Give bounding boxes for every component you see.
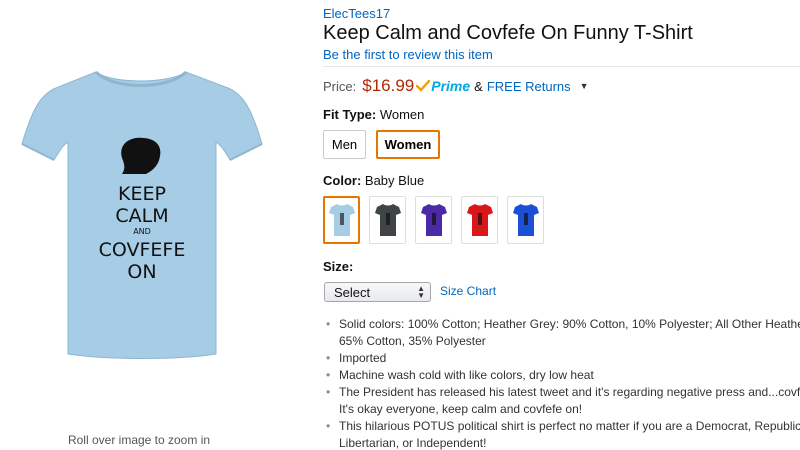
swatch-baby-blue[interactable]: [323, 196, 360, 244]
list-item: Imported: [323, 350, 800, 367]
divider: [323, 66, 800, 67]
color-swatches: [323, 196, 544, 244]
price-value: $16.99: [362, 76, 415, 95]
color-label: Color:: [323, 173, 362, 188]
bullet-line: 65% Cotton, 35% Polyester: [339, 334, 486, 348]
swatch-purple[interactable]: [415, 196, 452, 244]
review-link[interactable]: Be the first to review this item: [323, 47, 493, 62]
color-row: Color: Baby Blue: [323, 173, 424, 188]
swatch-asphalt[interactable]: [369, 196, 406, 244]
tshirt-swatch-icon: [512, 204, 539, 236]
tshirt-swatch-icon: [374, 204, 401, 236]
prime-badge[interactable]: Prime: [416, 78, 470, 94]
free-returns-link[interactable]: FREE Returns: [487, 79, 571, 94]
bullet-line: It's okay everyone, keep calm and covfef…: [339, 402, 583, 416]
color-value: Baby Blue: [364, 173, 425, 188]
prime-check-icon: [416, 80, 431, 92]
swatch-royal-blue[interactable]: [507, 196, 544, 244]
fit-type-row: Fit Type: Women: [323, 107, 424, 122]
fit-option-women[interactable]: Women: [376, 130, 440, 159]
price-row: Price: $16.99 Prime & FREE Returns ▼: [323, 76, 589, 96]
tshirt-swatch-icon: [466, 204, 493, 236]
tshirt-swatch-icon: [328, 204, 355, 236]
product-details: ElecTees17 Keep Calm and Covfefe On Funn…: [323, 0, 800, 450]
size-select-value: Select: [334, 284, 371, 300]
fit-type-value: Women: [379, 107, 425, 122]
list-item: Solid colors: 100% Cotton; Heather Grey:…: [323, 316, 800, 350]
size-select[interactable]: Select ▲ ▼: [324, 282, 431, 302]
print-line-calm: CALM: [115, 205, 168, 227]
fit-type-label: Fit Type:: [323, 107, 377, 122]
fit-type-options: Men Women: [323, 130, 440, 159]
price-label: Price:: [323, 78, 357, 94]
product-title: Keep Calm and Covfefe On Funny T-Shirt: [323, 22, 693, 44]
swatch-red[interactable]: [461, 196, 498, 244]
print-line-keep: KEEP: [118, 183, 166, 205]
select-arrows-icon: ▲ ▼: [417, 284, 425, 300]
print-line-and: AND: [133, 227, 151, 236]
size-chart-link[interactable]: Size Chart: [440, 284, 496, 298]
bullet-line: Solid colors: 100% Cotton; Heather Grey:…: [339, 317, 800, 331]
list-item: The President has released his latest tw…: [323, 384, 800, 418]
bullet-line: Libertarian, or Independent!: [339, 436, 487, 450]
list-item: This hilarious POTUS political shirt is …: [323, 418, 800, 450]
bullet-line: This hilarious POTUS political shirt is …: [339, 419, 800, 433]
size-label: Size:: [323, 259, 354, 274]
brand-link[interactable]: ElecTees17: [323, 6, 390, 21]
bullet-line: The President has released his latest tw…: [339, 385, 800, 399]
zoom-hint: Roll over image to zoom in: [67, 433, 211, 447]
print-line-covfefe: COVFEFE: [99, 239, 186, 261]
prime-label: Prime: [431, 78, 471, 94]
tshirt-swatch-icon: [420, 204, 447, 236]
tshirt-illustration: KEEP CALM AND COVFEFE ON: [21, 70, 263, 359]
bullet-line: Imported: [339, 351, 387, 365]
print-line-on: ON: [127, 261, 156, 283]
product-image[interactable]: KEEP CALM AND COVFEFE ON: [18, 62, 266, 362]
chevron-down-icon[interactable]: ▼: [580, 81, 589, 91]
bullet-line: Machine wash cold with like colors, dry …: [339, 368, 594, 382]
product-image-column: KEEP CALM AND COVFEFE ON Roll over image…: [0, 0, 290, 450]
amp-text: &: [474, 78, 483, 94]
list-item: Machine wash cold with like colors, dry …: [323, 367, 800, 384]
fit-option-men[interactable]: Men: [323, 130, 366, 159]
feature-bullets: Solid colors: 100% Cotton; Heather Grey:…: [323, 316, 800, 450]
